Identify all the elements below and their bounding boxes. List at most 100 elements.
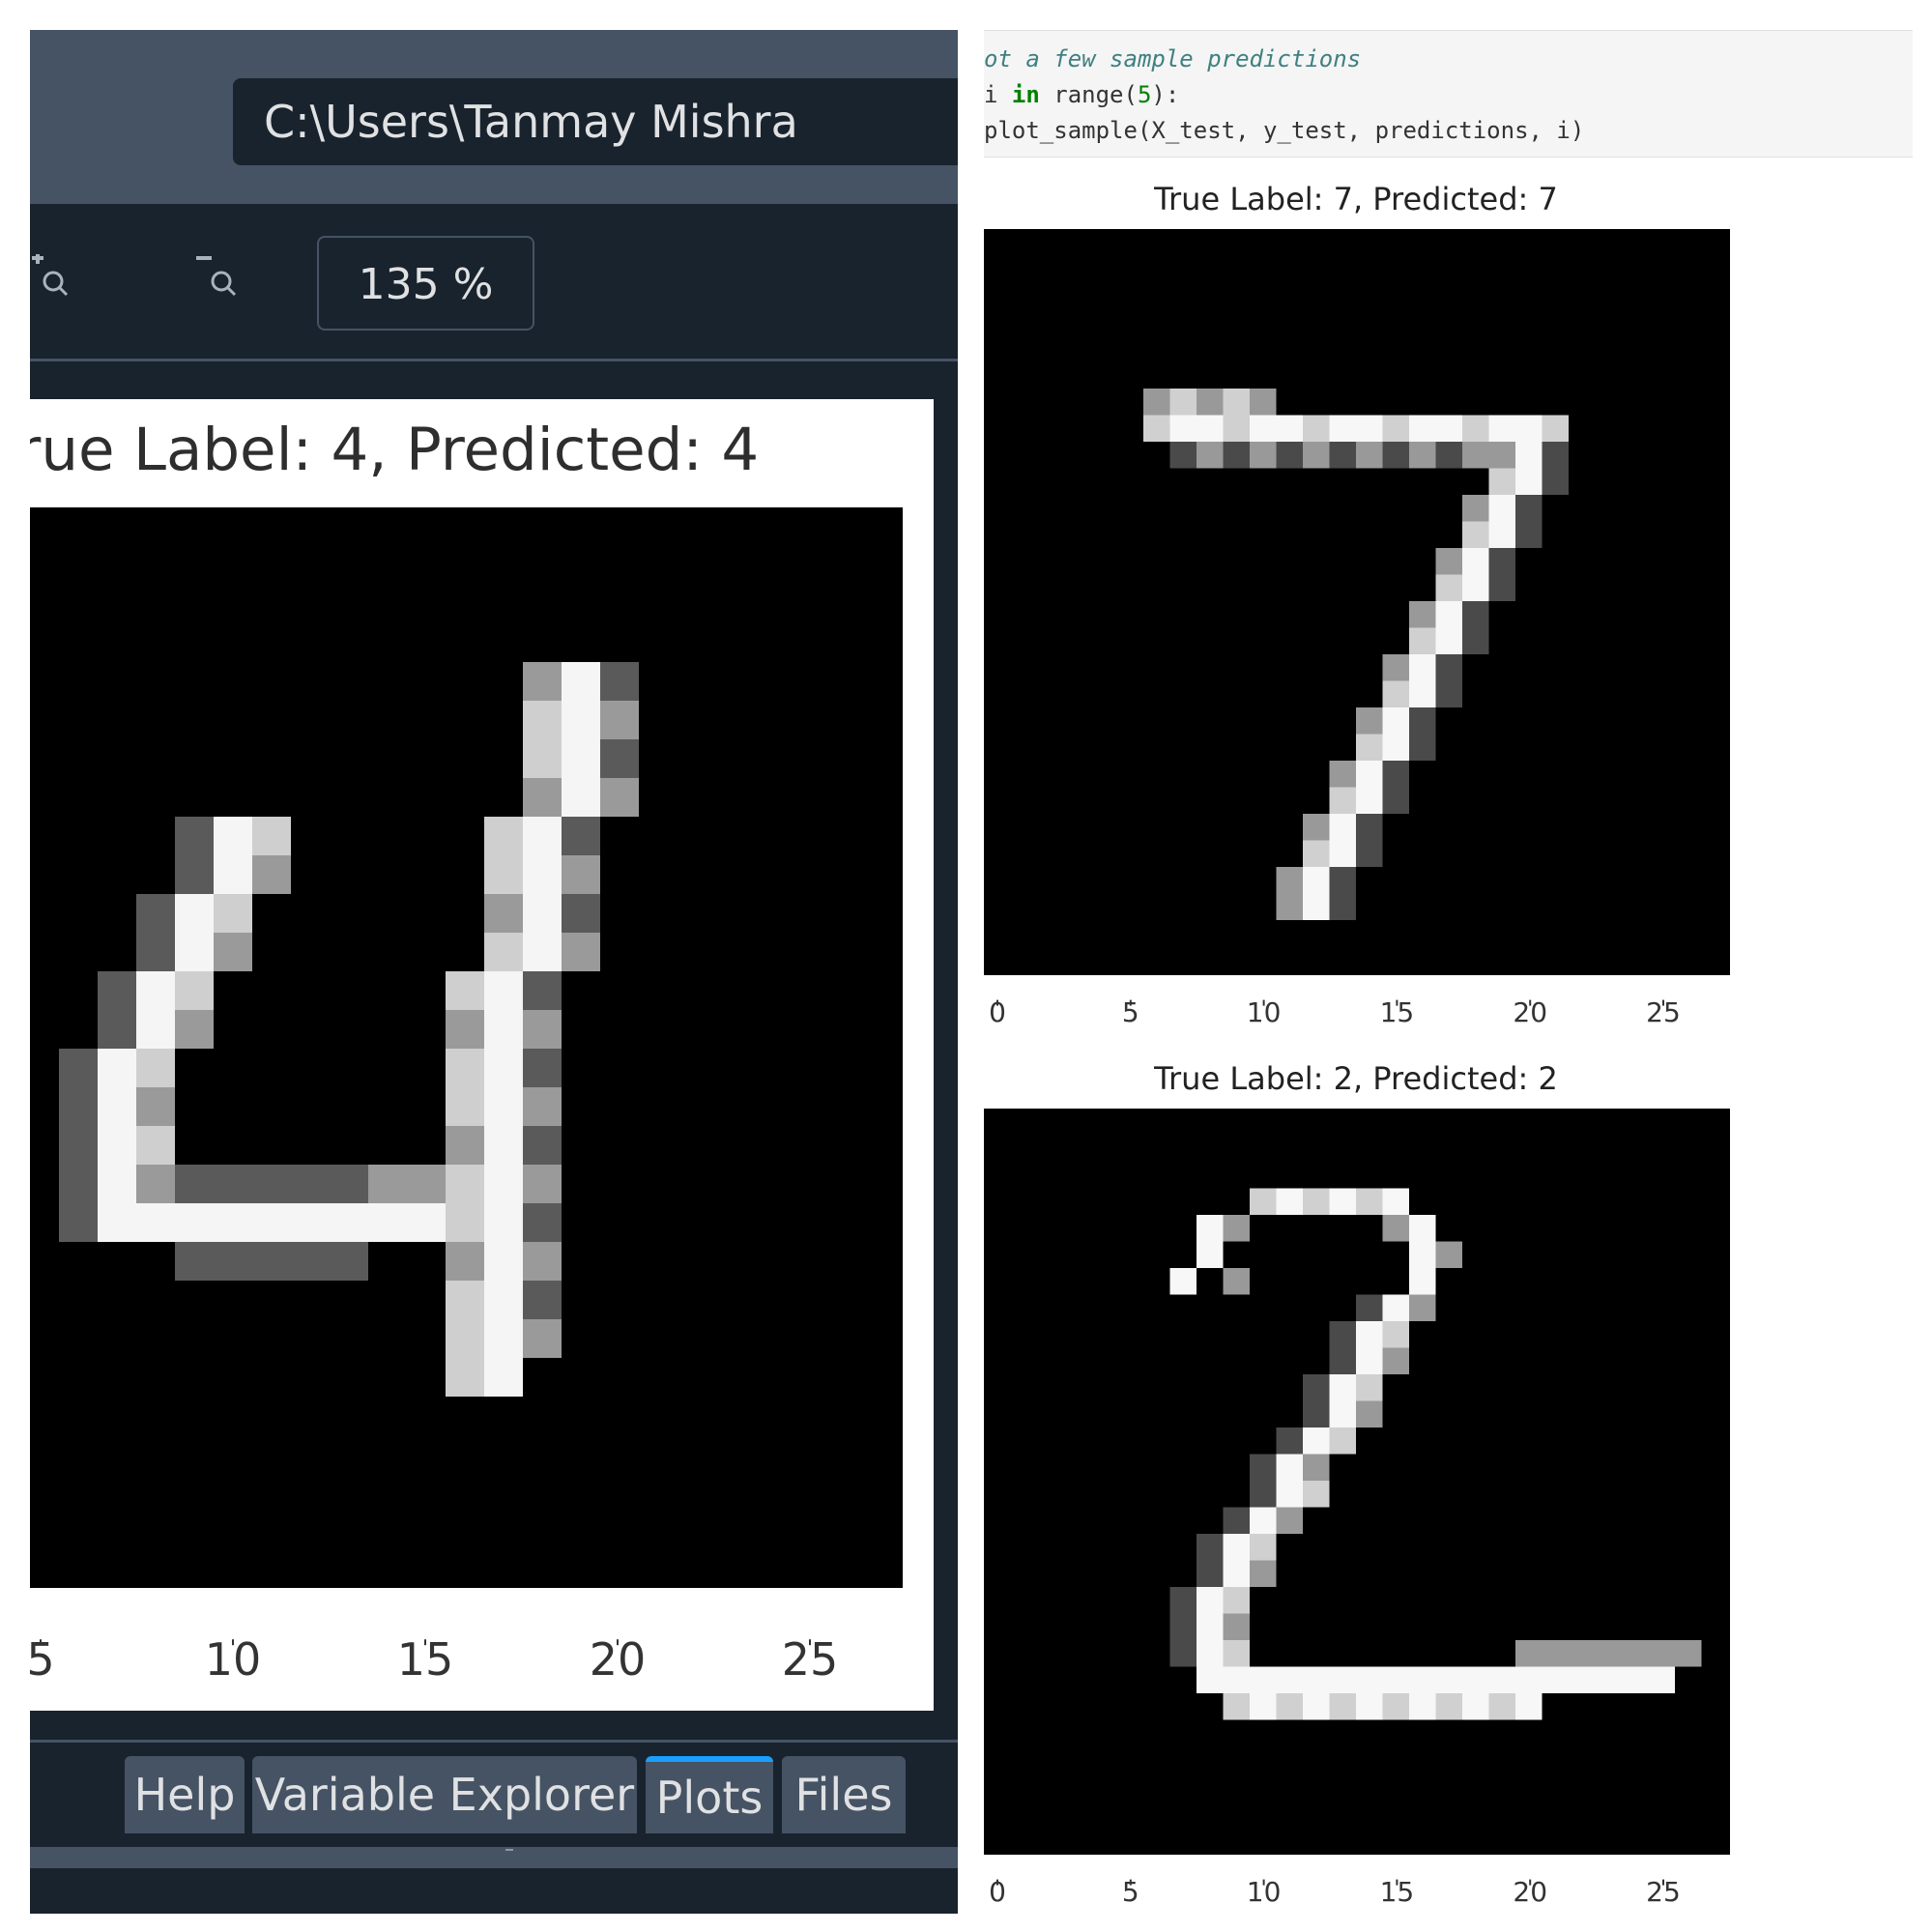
- status-bar: [30, 1847, 958, 1868]
- image-pixel: [1303, 814, 1330, 841]
- image-pixel: [1223, 1560, 1250, 1587]
- image-pixel: [407, 1165, 446, 1203]
- zoom-in-icon[interactable]: [30, 252, 74, 308]
- splitter-handle[interactable]: [505, 1849, 513, 1851]
- zoom-level-field[interactable]: 135 %: [317, 236, 534, 331]
- x-tick-label: 25: [782, 1633, 839, 1686]
- image-pixel: [1356, 1666, 1383, 1693]
- image-pixel: [368, 1203, 407, 1242]
- image-pixel: [1675, 1640, 1702, 1667]
- x-tick-label: 5: [30, 1633, 55, 1686]
- image-pixel: [1542, 468, 1569, 495]
- image-pixel: [484, 1319, 523, 1358]
- image-pixel: [1595, 1640, 1622, 1667]
- image-pixel: [1515, 1693, 1543, 1720]
- image-pixel: [1223, 1640, 1250, 1667]
- image-pixel: [523, 1165, 562, 1203]
- x-tick-label: 20: [1513, 1876, 1547, 1905]
- image-pixel: [523, 1319, 562, 1358]
- code-cell[interactable]: ot a few sample predictions i in range(5)…: [984, 30, 1913, 158]
- image-pixel: [1409, 601, 1436, 628]
- image-pixel: [1223, 1666, 1250, 1693]
- image-pixel: [98, 971, 136, 1010]
- image-pixel: [446, 1165, 484, 1203]
- image-pixel: [1648, 1640, 1675, 1667]
- image-pixel: [1197, 1640, 1224, 1667]
- image-pixel: [1488, 1693, 1515, 1720]
- x-axis-ticks: 0 5 10 15 20 25: [989, 996, 1681, 1028]
- image-pixel: [214, 933, 252, 971]
- image-pixel: [136, 1010, 175, 1049]
- image-pixel: [291, 1203, 330, 1242]
- working-directory-field[interactable]: C:\Users\Tanmay Mishra: [233, 78, 958, 165]
- image-pixel: [1250, 415, 1277, 442]
- code-line: i in range(5):: [984, 77, 1913, 113]
- image-pixel: [1276, 1481, 1303, 1508]
- image-pixel: [562, 894, 600, 933]
- image-pixel: [1488, 1666, 1515, 1693]
- image-pixel: [1276, 893, 1303, 920]
- image-pixel: [1515, 521, 1543, 548]
- image-pixel: [523, 1087, 562, 1126]
- image-pixel: [1356, 1693, 1383, 1720]
- image-pixel: [1276, 442, 1303, 469]
- image-pixel: [1409, 654, 1436, 681]
- image-pixel: [136, 1126, 175, 1165]
- image-pixel: [1223, 442, 1250, 469]
- image-axes: [984, 1109, 1730, 1855]
- image-pixel: [1329, 442, 1356, 469]
- image-pixel: [523, 1203, 562, 1242]
- image-pixel: [484, 855, 523, 894]
- image-pixel: [1569, 1640, 1596, 1667]
- code-number: 5: [1137, 81, 1152, 108]
- image-pixel: [1435, 1693, 1462, 1720]
- image-pixel: [523, 1126, 562, 1165]
- image-pixel: [1435, 601, 1462, 628]
- image-pixel: [1276, 1666, 1303, 1693]
- image-pixel: [1356, 1188, 1383, 1215]
- image-pixel: [600, 662, 639, 701]
- image-pixel: [523, 1049, 562, 1087]
- image-pixel: [1276, 1454, 1303, 1481]
- image-pixel: [1515, 1640, 1543, 1667]
- image-pixel: [1595, 1666, 1622, 1693]
- image-pixel: [1648, 1666, 1675, 1693]
- image-pixel: [484, 817, 523, 855]
- image-pixel: [1197, 1613, 1224, 1640]
- image-pixel: [1356, 442, 1383, 469]
- image-pixel: [1329, 1347, 1356, 1374]
- x-tick-label: 5: [1122, 1876, 1139, 1905]
- image-pixel: [523, 1242, 562, 1281]
- image-pixel: [562, 662, 600, 701]
- zoom-out-icon[interactable]: [194, 254, 243, 308]
- tab-variable-explorer[interactable]: Variable Explorer: [252, 1756, 637, 1833]
- image-pixel: [1382, 1666, 1409, 1693]
- image-pixel: [1488, 548, 1515, 575]
- image-pixel: [1462, 1693, 1489, 1720]
- image-pixel: [523, 1010, 562, 1049]
- image-pixel: [1356, 787, 1383, 814]
- image-pixel: [330, 1242, 368, 1281]
- image-pixel: [446, 1281, 484, 1319]
- image-pixel: [446, 1010, 484, 1049]
- image-pixel: [1409, 1693, 1436, 1720]
- image-pixel: [1488, 468, 1515, 495]
- image-pixel: [1515, 495, 1543, 522]
- image-pixel: [1169, 1613, 1197, 1640]
- image-pixel: [1435, 627, 1462, 654]
- image-pixel: [1276, 415, 1303, 442]
- image-pixel: [1356, 814, 1383, 841]
- image-pixel: [1169, 1640, 1197, 1667]
- image-pixel: [484, 933, 523, 971]
- image-pixel: [1303, 1400, 1330, 1427]
- image-pixel: [98, 1203, 136, 1242]
- image-pixel: [1542, 1666, 1569, 1693]
- tab-files[interactable]: Files: [782, 1756, 906, 1833]
- image-pixel: [562, 701, 600, 739]
- tab-help[interactable]: Help: [125, 1756, 245, 1833]
- tab-plots[interactable]: Plots: [646, 1756, 773, 1833]
- image-pixel: [446, 1319, 484, 1358]
- image-pixel: [1303, 1374, 1330, 1401]
- image-pixel: [1169, 415, 1197, 442]
- image-pixel: [1250, 1560, 1277, 1587]
